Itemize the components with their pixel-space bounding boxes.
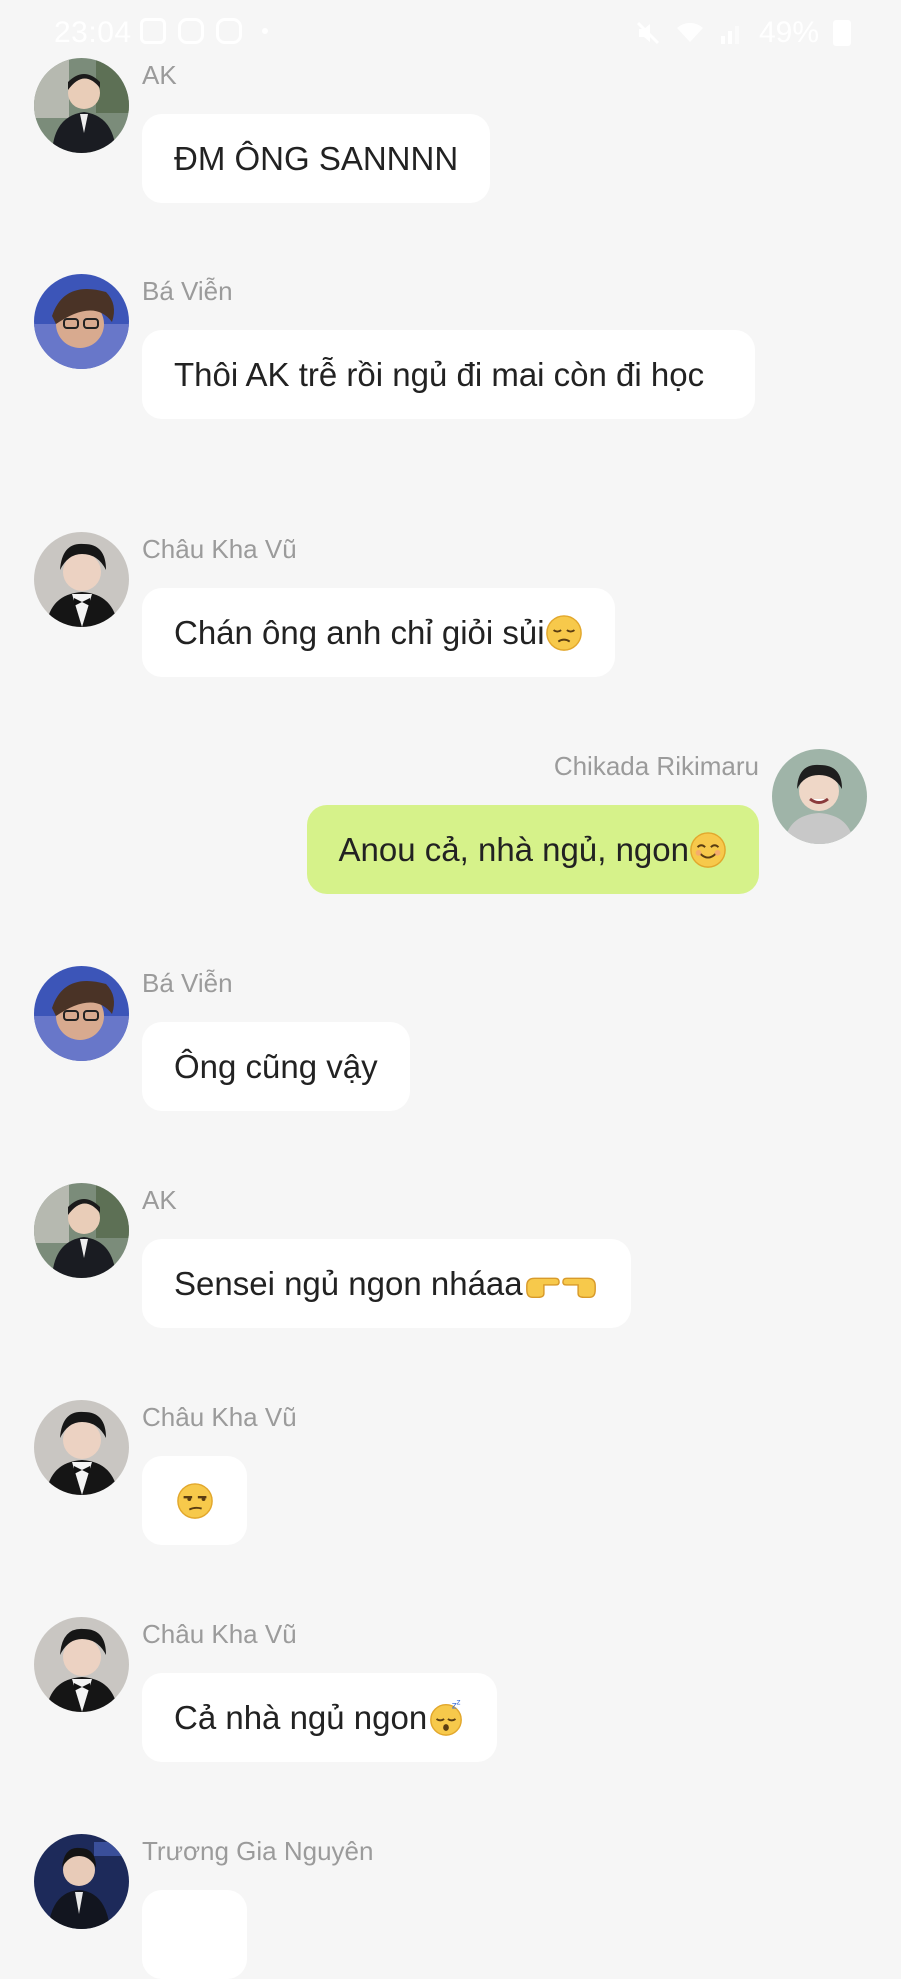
- svg-text:z: z: [457, 1699, 461, 1707]
- status-system-icons: 49%: [635, 16, 851, 50]
- sender-name: AK: [142, 1185, 177, 1215]
- pointing-left-emoji: [561, 1277, 596, 1299]
- message-bubble[interactable]: [142, 1890, 247, 1979]
- message-bubble[interactable]: Chán ông anh chỉ giỏi sủi: [142, 588, 615, 677]
- message-text: Thôi AK trễ rồi ngủ đi mai còn đi học: [174, 356, 705, 393]
- message-bubble[interactable]: Sensei ngủ ngon nháaa: [142, 1239, 631, 1328]
- avatar[interactable]: [34, 1617, 129, 1712]
- gallery-icon: [140, 18, 166, 44]
- sender-name: Chikada Rikimaru: [553, 751, 759, 781]
- avatar[interactable]: [34, 1183, 129, 1278]
- instagram-icon: [178, 18, 204, 44]
- message-text: Sensei ngủ ngon nháaa: [174, 1265, 523, 1302]
- smiling-face-emoji: [690, 832, 726, 868]
- status-notification-icons: [140, 18, 268, 44]
- avatar[interactable]: [34, 532, 129, 627]
- message-bubble[interactable]: Thôi AK trễ rồi ngủ đi mai còn đi học: [142, 330, 755, 419]
- message-bubble[interactable]: Cả nhà ngủ ngon z z: [142, 1673, 498, 1762]
- message-text: Cả nhà ngủ ngon: [174, 1699, 428, 1736]
- avatar[interactable]: [34, 1400, 129, 1495]
- message-bubble[interactable]: ĐM ÔNG SANNNN: [142, 114, 491, 203]
- instagram-icon: [216, 18, 242, 44]
- avatar[interactable]: [34, 58, 129, 153]
- avatar[interactable]: [34, 966, 129, 1061]
- status-bar: 23:04 49%: [0, 0, 901, 70]
- sender-name: Bá Viễn: [142, 968, 233, 998]
- unamused-face-emoji: [176, 1483, 213, 1519]
- pensive-face-emoji: [545, 615, 582, 651]
- message-text: Chán ông anh chỉ giỏi sủi: [174, 614, 545, 651]
- sender-name: Châu Kha Vũ: [142, 1619, 297, 1649]
- sleeping-face-emoji: z z: [430, 1699, 463, 1736]
- wifi-icon: [676, 22, 703, 42]
- sender-name: AK: [142, 60, 177, 90]
- status-time: 23:04: [54, 16, 132, 49]
- avatar[interactable]: [772, 749, 867, 844]
- battery-percent: 49%: [758, 16, 819, 49]
- sender-name: Bá Viễn: [142, 276, 233, 306]
- message-text: Ông cũng vậy: [174, 1048, 378, 1085]
- message-bubble[interactable]: [142, 1456, 247, 1545]
- sender-name: Trương Gia Nguyên: [142, 1836, 374, 1866]
- signal-icon: [720, 26, 739, 44]
- message-text: Anou cả, nhà ngủ, ngon: [338, 831, 689, 868]
- battery-icon: [833, 20, 851, 46]
- pointing-right-emoji: [525, 1277, 560, 1299]
- message-text: ĐM ÔNG SANNNN: [174, 140, 459, 177]
- sender-name: Châu Kha Vũ: [142, 1402, 297, 1432]
- avatar[interactable]: [34, 1834, 129, 1929]
- avatar[interactable]: [34, 274, 129, 369]
- sender-name: Châu Kha Vũ: [142, 534, 297, 564]
- mute-icon: [636, 21, 660, 45]
- dot-icon: [262, 28, 268, 34]
- message-bubble[interactable]: Anou cả, nhà ngủ, ngon: [306, 805, 759, 894]
- message-bubble[interactable]: Ông cũng vậy: [142, 1022, 410, 1111]
